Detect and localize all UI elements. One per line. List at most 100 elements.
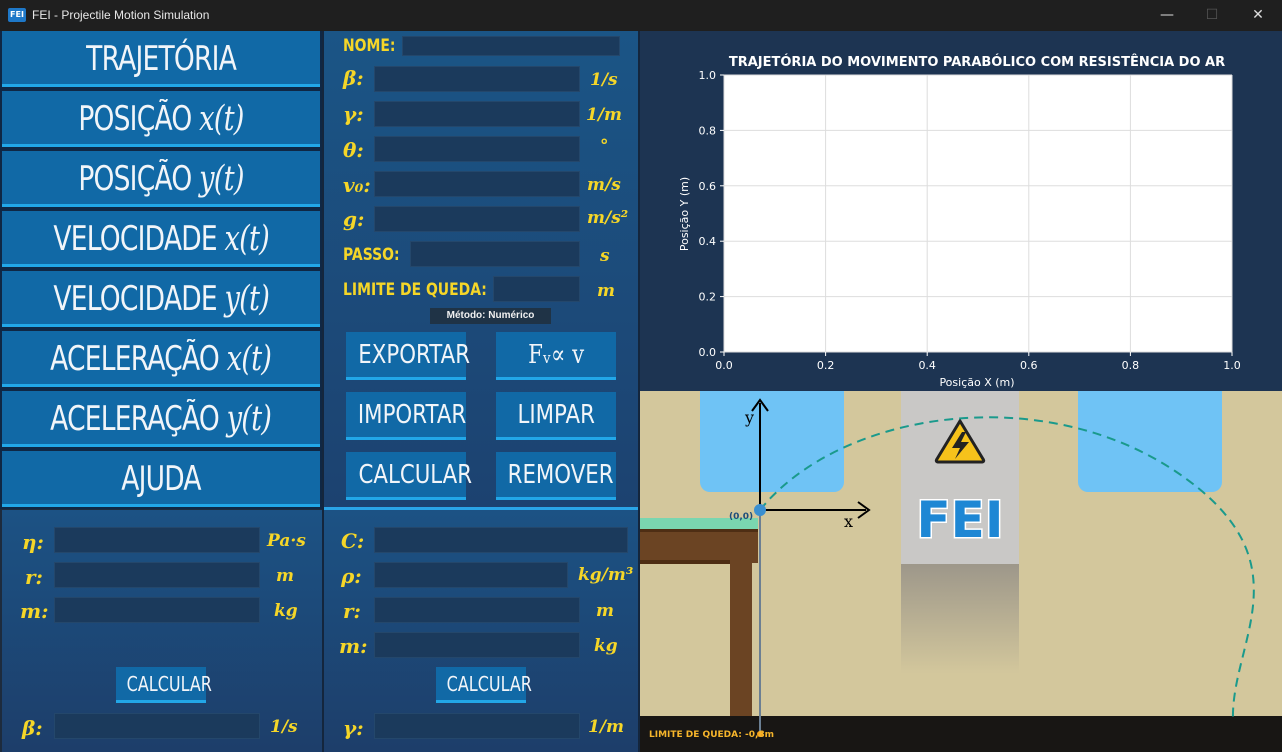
calcular-button[interactable]: CALCULAR (346, 452, 472, 500)
drag-r-input[interactable] (374, 597, 580, 623)
nav-velocidade-x-button[interactable]: VELOCIDADE x(t) (2, 211, 320, 267)
v0-input[interactable] (374, 171, 580, 197)
y-tick-label: 0.6 (699, 180, 717, 193)
g-label: g: (343, 207, 365, 231)
nav-label: VELOCIDADE y(t) (53, 271, 269, 327)
window-right (1078, 391, 1222, 492)
eta-label: η: (22, 530, 44, 554)
limite-queda-label: LIMITE DE QUEDA: (343, 280, 487, 300)
nav-label: TRAJETÓRIA (86, 31, 237, 87)
nav-math: y(t) (226, 399, 272, 439)
nav-math: x(t) (226, 339, 272, 379)
y-axis-label: Posição Y (m) (678, 177, 691, 251)
stokes-m-unit: kg (274, 601, 298, 621)
gamma-input[interactable] (374, 101, 580, 127)
gamma-label: γ: (343, 102, 364, 126)
nav-text: AJUDA (121, 459, 201, 499)
x-axis-tag: x (844, 512, 853, 531)
importar-button[interactable]: IMPORTAR (346, 392, 466, 440)
y-tick-labels: 0.0 0.2 0.4 0.6 0.8 1.0 (699, 69, 724, 359)
stokes-r-input[interactable] (54, 562, 260, 588)
drag-m-input[interactable] (374, 632, 580, 658)
rho-input[interactable] (374, 562, 568, 588)
table-edge (640, 529, 758, 532)
x-axis-label: Posição X (m) (939, 376, 1014, 389)
y-tick-label: 0.8 (699, 124, 717, 137)
passo-unit: s (600, 246, 610, 266)
x-tick-label: 0.0 (715, 359, 733, 372)
c-input[interactable] (374, 527, 628, 553)
drag-m-unit: kg (594, 636, 618, 656)
theta-input[interactable] (374, 136, 580, 162)
close-button[interactable]: ✕ (1235, 0, 1281, 31)
window-left (700, 391, 844, 492)
passo-label: PASSO: (343, 245, 400, 265)
passo-input[interactable] (410, 241, 580, 267)
maximize-button[interactable]: ☐ (1189, 0, 1235, 31)
nav-label: AJUDA (121, 451, 201, 507)
nav-math: y(t) (224, 279, 269, 319)
beta-input[interactable] (374, 66, 580, 92)
nav-trajetoria-button[interactable]: TRAJETÓRIA (2, 31, 320, 87)
nav-label: POSIÇÃO x(t) (78, 91, 244, 147)
eta-input[interactable] (54, 527, 260, 553)
force-model-label: Fᵥ∝ v (528, 340, 584, 370)
nav-label: VELOCIDADE x(t) (53, 211, 269, 267)
g-input[interactable] (374, 206, 580, 232)
drag-r-label: r: (343, 599, 361, 623)
plot-area (724, 75, 1232, 352)
remover-button[interactable]: REMOVER (496, 452, 616, 500)
exportar-button[interactable]: EXPORTAR (346, 332, 470, 380)
chart-title: TRAJETÓRIA DO MOVIMENTO PARABÓLICO COM R… (729, 54, 1225, 70)
simulation-scene: FEI y x (0,0) LIMITE DE QUEDA: -0,8m (640, 391, 1282, 752)
nome-input[interactable] (402, 36, 620, 56)
drag-gamma-output[interactable] (374, 713, 580, 739)
nav-math: y(t) (199, 159, 244, 199)
beta-label: β: (343, 66, 364, 90)
window-title: FEI - Projectile Motion Simulation (32, 8, 210, 22)
minimize-button[interactable]: — (1144, 0, 1190, 31)
limite-queda-input[interactable] (493, 276, 580, 302)
method-badge: Método: Numérico (430, 308, 551, 324)
nav-text: VELOCIDADE (53, 219, 225, 259)
y-tick-label: 0.0 (699, 346, 717, 359)
gamma-unit: 1/m (586, 105, 623, 125)
limite-queda-unit: m (597, 281, 615, 301)
rho-unit: kg/m³ (578, 565, 634, 585)
x-tick-label: 0.4 (918, 359, 936, 372)
limpar-label: LIMPAR (517, 400, 595, 430)
nav-ajuda-button[interactable]: AJUDA (2, 451, 320, 507)
nav-text: POSIÇÃO (78, 159, 200, 199)
exportar-label: EXPORTAR (358, 340, 471, 370)
y-tick-label: 0.4 (699, 235, 717, 248)
nav-posicao-y-button[interactable]: POSIÇÃO y(t) (2, 151, 320, 207)
nav-velocidade-y-button[interactable]: VELOCIDADE y(t) (2, 271, 320, 327)
drag-calcular-label: CALCULAR (446, 672, 532, 696)
stokes-m-input[interactable] (54, 597, 260, 623)
stokes-beta-unit: 1/s (270, 717, 298, 737)
nav-text: ACELERAÇÃO (50, 339, 227, 379)
stokes-calcular-button[interactable]: CALCULAR (116, 667, 212, 703)
projectile-ball[interactable] (754, 504, 766, 516)
stokes-calcular-label: CALCULAR (126, 672, 212, 696)
scene-svg: FEI y x (0,0) LIMITE DE QUEDA: -0,8m (640, 391, 1282, 752)
nav-text: VELOCIDADE (53, 279, 225, 319)
nav-aceleracao-y-button[interactable]: ACELERAÇÃO y(t) (2, 391, 320, 447)
elevator-shadow (901, 564, 1019, 674)
nome-label: NOME: (343, 36, 396, 56)
c-label: C: (341, 529, 365, 553)
limpar-button[interactable]: LIMPAR (496, 392, 616, 440)
drag-calcular-button[interactable]: CALCULAR (436, 667, 532, 703)
remover-label: REMOVER (507, 460, 614, 490)
nav-posicao-x-button[interactable]: POSIÇÃO x(t) (2, 91, 320, 147)
rho-label: ρ: (341, 564, 362, 588)
force-model-toggle[interactable]: Fᵥ∝ v (496, 332, 616, 380)
nav-label: ACELERAÇÃO x(t) (50, 331, 273, 387)
table-leg (730, 563, 752, 733)
nav-text: POSIÇÃO (78, 99, 200, 139)
graph-nav-panel: TRAJETÓRIA POSIÇÃO x(t) POSIÇÃO y(t) VEL… (0, 31, 322, 509)
title-bar: FEI FEI - Projectile Motion Simulation —… (0, 0, 1282, 31)
beta-unit: 1/s (590, 70, 618, 90)
stokes-beta-output[interactable] (54, 713, 260, 739)
nav-aceleracao-x-button[interactable]: ACELERAÇÃO x(t) (2, 331, 320, 387)
